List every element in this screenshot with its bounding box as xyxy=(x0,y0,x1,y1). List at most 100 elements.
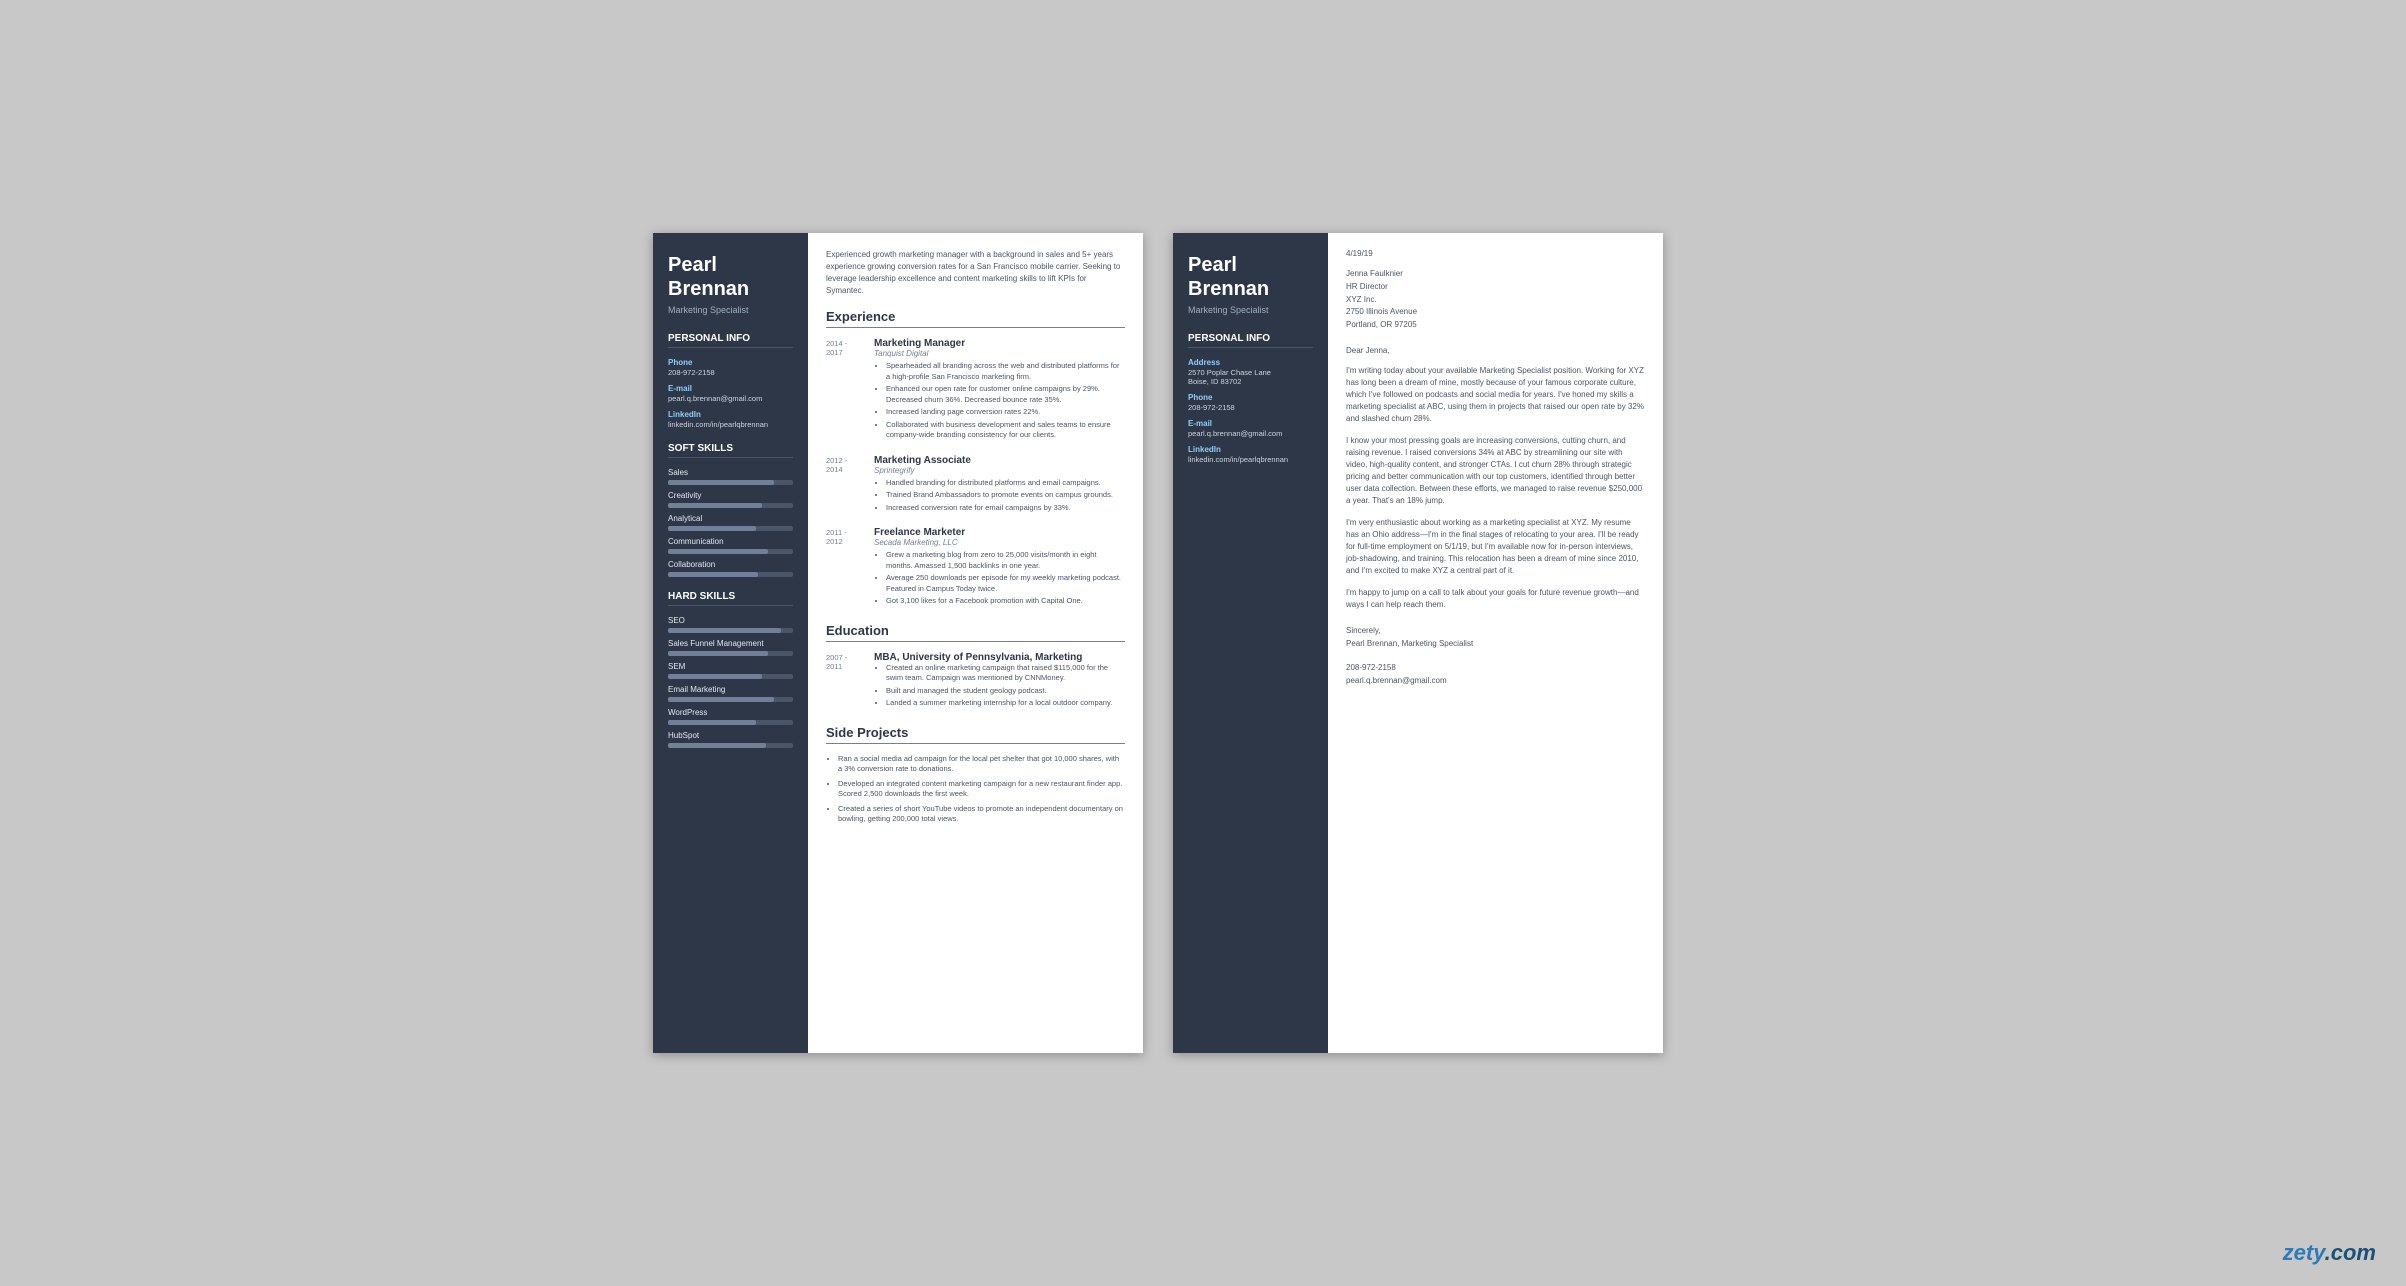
cover-address-label: Address xyxy=(1188,358,1313,367)
exp-title: Marketing Associate xyxy=(874,455,1125,466)
phone-label: Phone xyxy=(668,358,793,367)
skill-bar-bg xyxy=(668,674,793,679)
zety-text: zety xyxy=(2283,1240,2325,1265)
cover-greeting: Dear Jenna, xyxy=(1346,346,1645,355)
name-last: Brennan xyxy=(668,278,749,300)
skill-bar-fill xyxy=(668,503,762,508)
skill-bar-fill xyxy=(668,697,774,702)
skill-bar-fill xyxy=(668,720,756,725)
skill-name: Sales Funnel Management xyxy=(668,639,793,648)
zety-domain: .com xyxy=(2325,1240,2376,1265)
cover-last: Brennan xyxy=(1188,278,1269,300)
exp-title: Marketing Manager xyxy=(874,338,1125,349)
exp-item: 2012 -2014 Marketing Associate Sprintegr… xyxy=(826,455,1125,516)
soft-skill-item: Communication xyxy=(668,537,793,554)
skill-name: Collaboration xyxy=(668,560,793,569)
exp-company: Sprintegrify xyxy=(874,466,1125,475)
exp-title: Freelance Marketer xyxy=(874,527,1125,538)
bullet: Created an online marketing campaign tha… xyxy=(886,663,1125,684)
exp-company: Tanquist Digital xyxy=(874,349,1125,358)
bullet: Built and managed the student geology po… xyxy=(886,686,1125,697)
hard-skills-heading: Hard Skills xyxy=(668,591,793,606)
cover-end-phone: 208-972-2158 xyxy=(1346,663,1396,672)
resume-summary: Experienced growth marketing manager wit… xyxy=(826,249,1125,297)
skill-bar-fill xyxy=(668,480,774,485)
exp-item: 2007 -2011 MBA, University of Pennsylvan… xyxy=(826,652,1125,711)
cover-paragraph1: I'm writing today about your available M… xyxy=(1346,365,1645,425)
cover-title: Marketing Specialist xyxy=(1188,305,1313,315)
skill-bar-fill xyxy=(668,526,756,531)
skill-bar-fill xyxy=(668,651,768,656)
skill-bar-bg xyxy=(668,480,793,485)
skill-bar-bg xyxy=(668,549,793,554)
skill-name: SEM xyxy=(668,662,793,671)
exp-bullets: Spearheaded all branding across the web … xyxy=(874,361,1125,441)
hard-skill-item: SEM xyxy=(668,662,793,679)
cover-contact-end: 208-972-2158 pearl.q.brennan@gmail.com xyxy=(1346,661,1645,688)
cover-end-email: pearl.q.brennan@gmail.com xyxy=(1346,676,1447,685)
experience-heading: Experience xyxy=(826,309,1125,328)
skill-bar-bg xyxy=(668,526,793,531)
skill-name: Sales xyxy=(668,468,793,477)
cover-document: Pearl Brennan Marketing Specialist Perso… xyxy=(1173,233,1663,1053)
hard-skill-item: HubSpot xyxy=(668,731,793,748)
skill-bar-fill xyxy=(668,674,762,679)
hard-skill-item: Email Marketing xyxy=(668,685,793,702)
skill-name: Communication xyxy=(668,537,793,546)
recipient-city: Portland, OR 97205 xyxy=(1346,320,1417,329)
exp-dates: 2012 -2014 xyxy=(826,456,864,474)
skill-name: Email Marketing xyxy=(668,685,793,694)
skill-bar-bg xyxy=(668,503,793,508)
exp-item: 2011 -2012 Freelance Marketer Secada Mar… xyxy=(826,527,1125,609)
page-container: Pearl Brennan Marketing Specialist Perso… xyxy=(653,233,1753,1053)
skill-bar-bg xyxy=(668,743,793,748)
cover-paragraph2: I know your most pressing goals are incr… xyxy=(1346,435,1645,507)
cover-personal-info-heading: Personal Info xyxy=(1188,333,1313,348)
skill-name: WordPress xyxy=(668,708,793,717)
skill-name: HubSpot xyxy=(668,731,793,740)
side-projects-heading: Side Projects xyxy=(826,725,1125,744)
closing-text: Sincerely, xyxy=(1346,626,1381,635)
bullet: Collaborated with business development a… xyxy=(886,420,1125,441)
zety-branding: zety.com xyxy=(2283,1240,2376,1266)
exp-title: MBA, University of Pennsylvania, Marketi… xyxy=(874,652,1125,663)
exp-dates: 2011 -2012 xyxy=(826,528,864,546)
resume-name-line1: Pearl Brennan xyxy=(668,253,793,301)
personal-info-heading: Personal Info xyxy=(668,333,793,348)
exp-bullets: Grew a marketing blog from zero to 25,00… xyxy=(874,550,1125,607)
exp-item: 2014 -2017 Marketing Manager Tanquist Di… xyxy=(826,338,1125,443)
cover-address-line2: Boise, ID 83702 xyxy=(1188,377,1313,386)
soft-skill-item: Analytical xyxy=(668,514,793,531)
resume-document: Pearl Brennan Marketing Specialist Perso… xyxy=(653,233,1143,1053)
exp-row: 2014 -2017 Marketing Manager Tanquist Di… xyxy=(826,338,1125,443)
linkedin-label: LinkedIn xyxy=(668,410,793,419)
bullet: Increased conversion rate for email camp… xyxy=(886,503,1125,514)
recipient-company: XYZ Inc. xyxy=(1346,295,1377,304)
resume-sidebar: Pearl Brennan Marketing Specialist Perso… xyxy=(653,233,808,1053)
bullet: Increased landing page conversion rates … xyxy=(886,407,1125,418)
cover-main: 4/19/19 Jenna Faulknier HR Director XYZ … xyxy=(1328,233,1663,1053)
recipient-name: Jenna Faulknier xyxy=(1346,269,1403,278)
exp-bullets: Created an online marketing campaign tha… xyxy=(874,663,1125,709)
exp-row: 2011 -2012 Freelance Marketer Secada Mar… xyxy=(826,527,1125,609)
exp-right: Marketing Associate Sprintegrify Handled… xyxy=(874,455,1125,516)
hard-skill-item: WordPress xyxy=(668,708,793,725)
cover-closing: Sincerely, Pearl Brennan, Marketing Spec… xyxy=(1346,625,1645,651)
linkedin-value: linkedin.com/in/pearlqbrennan xyxy=(668,420,793,429)
cover-address-line1: 2570 Poplar Chase Lane xyxy=(1188,368,1313,377)
cover-signature: Pearl Brennan, Marketing Specialist xyxy=(1346,639,1473,648)
exp-dates: 2014 -2017 xyxy=(826,339,864,357)
cover-phone-label: Phone xyxy=(1188,393,1313,402)
hard-skill-item: Sales Funnel Management xyxy=(668,639,793,656)
side-projects-list: Ran a social media ad campaign for the l… xyxy=(826,754,1125,825)
exp-bullets: Handled branding for distributed platfor… xyxy=(874,478,1125,514)
skill-bar-fill xyxy=(668,743,766,748)
exp-right: MBA, University of Pennsylvania, Marketi… xyxy=(874,652,1125,711)
experience-list: 2014 -2017 Marketing Manager Tanquist Di… xyxy=(826,338,1125,609)
email-label: E-mail xyxy=(668,384,793,393)
cover-linkedin-label: LinkedIn xyxy=(1188,445,1313,454)
bullet: Enhanced our open rate for customer onli… xyxy=(886,384,1125,405)
skill-bar-bg xyxy=(668,651,793,656)
soft-skills-list: Sales Creativity Analytical Communicatio… xyxy=(668,468,793,577)
soft-skill-item: Creativity xyxy=(668,491,793,508)
